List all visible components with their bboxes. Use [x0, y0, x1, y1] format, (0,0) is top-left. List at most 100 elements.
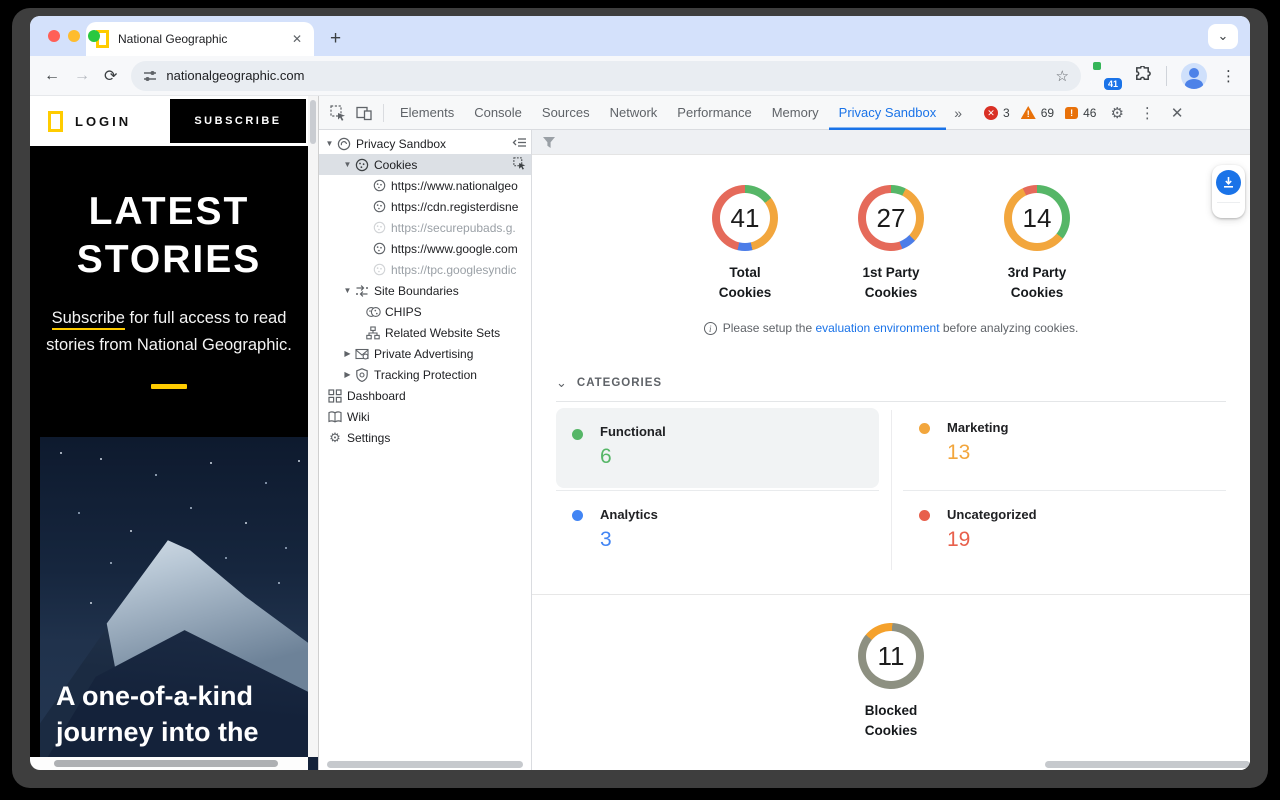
- cookie-donuts-row: 41 Total Cookies 27 1st Party Cookies: [532, 185, 1250, 303]
- settings-gear-icon: ⚙: [327, 430, 343, 446]
- panel-horizontal-scroll-thumb[interactable]: [1045, 761, 1250, 768]
- extensions-puzzle-icon[interactable]: [1133, 66, 1152, 85]
- category-marketing[interactable]: Marketing 13: [903, 404, 1226, 490]
- tab-sources[interactable]: Sources: [532, 96, 600, 130]
- tree-item-tracking-protection[interactable]: ▶ Tracking Protection: [319, 364, 531, 385]
- tree-item-cookie-url-3[interactable]: https://securepubads.g.: [319, 217, 531, 238]
- subscribe-button[interactable]: SUBSCRIBE: [170, 99, 306, 143]
- notice-prefix: Please setup the: [723, 321, 816, 335]
- private-advertising-icon: [354, 347, 370, 361]
- expand-arrow-icon[interactable]: ▼: [323, 139, 336, 148]
- tracking-protection-shield-icon: [354, 368, 370, 382]
- tab-search-chevron-button[interactable]: ⌄: [1208, 24, 1238, 49]
- address-bar[interactable]: nationalgeographic.com ☆: [131, 61, 1081, 91]
- first-party-cookies-value: 27: [858, 185, 924, 251]
- warning-icon[interactable]: !: [1021, 106, 1036, 119]
- error-count[interactable]: 3: [1003, 106, 1010, 120]
- natgeo-logo[interactable]: [48, 111, 63, 132]
- tree-item-privacy-sandbox[interactable]: ▼ Privacy Sandbox: [319, 133, 531, 154]
- expand-arrow-icon[interactable]: ▼: [341, 286, 354, 295]
- close-window-button[interactable]: [48, 30, 60, 42]
- tab-performance[interactable]: Performance: [667, 96, 761, 130]
- zoom-window-button[interactable]: [88, 30, 100, 42]
- tab-network[interactable]: Network: [600, 96, 668, 130]
- tab-close-icon[interactable]: ✕: [290, 32, 304, 46]
- tree-item-cookie-url-1[interactable]: https://www.nationalgeo: [319, 175, 531, 196]
- blocked-cookies-label: Blocked Cookies: [855, 701, 927, 741]
- category-functional[interactable]: Functional 6: [556, 408, 879, 488]
- issues-icon[interactable]: !: [1065, 107, 1078, 119]
- total-cookies-label: Total Cookies: [709, 263, 781, 303]
- tab-console[interactable]: Console: [464, 96, 532, 130]
- tab-memory[interactable]: Memory: [762, 96, 829, 130]
- functional-count: 6: [600, 445, 863, 469]
- page-horizontal-scroll-thumb[interactable]: [54, 760, 278, 767]
- cookie-icon: [371, 242, 387, 255]
- collapsed-arrow-icon[interactable]: ▶: [341, 349, 354, 358]
- new-tab-button[interactable]: +: [330, 28, 341, 50]
- profile-avatar[interactable]: [1181, 63, 1207, 89]
- tree-label: Private Advertising: [374, 347, 473, 361]
- page-vertical-scrollbar[interactable]: [308, 96, 318, 757]
- expand-arrow-icon[interactable]: ▼: [341, 160, 354, 169]
- tab-privacy-sandbox[interactable]: Privacy Sandbox: [829, 96, 947, 130]
- tree-horizontal-scroll-thumb[interactable]: [327, 761, 523, 768]
- tree-item-private-advertising[interactable]: ▶ Private Advertising: [319, 343, 531, 364]
- tree-label: Cookies: [374, 158, 417, 172]
- collapse-sidebar-icon[interactable]: [512, 136, 527, 152]
- browser-menu-kebab-icon[interactable]: ⋮: [1221, 67, 1236, 85]
- category-analytics[interactable]: Analytics 3: [556, 490, 879, 576]
- tree-item-cookie-url-2[interactable]: https://cdn.registerdisne: [319, 196, 531, 217]
- info-icon: i: [704, 322, 717, 335]
- inspect-small-icon[interactable]: [513, 157, 527, 174]
- bookmark-star-icon[interactable]: ☆: [1056, 67, 1069, 85]
- devtools-menu-kebab-icon[interactable]: ⋮: [1132, 104, 1163, 122]
- devtools-settings-gear-icon[interactable]: ⚙: [1102, 104, 1131, 122]
- tree-item-chips[interactable]: CHIPS: [319, 301, 531, 322]
- category-uncategorized[interactable]: Uncategorized 19: [903, 490, 1226, 576]
- first-party-cookies-donut: 27: [858, 185, 924, 251]
- functional-label: Functional: [600, 424, 863, 439]
- back-button[interactable]: ←: [44, 67, 60, 85]
- reload-button[interactable]: ⟳: [104, 66, 117, 86]
- tree-item-cookie-url-4[interactable]: https://www.google.com: [319, 238, 531, 259]
- tree-item-site-boundaries[interactable]: ▼ Site Boundaries: [319, 280, 531, 301]
- categories-header[interactable]: ⌄ CATEGORIES: [556, 375, 1226, 402]
- tree-item-related-website-sets[interactable]: Related Website Sets: [319, 322, 531, 343]
- device-toolbar-icon[interactable]: [351, 100, 377, 126]
- inspect-element-icon[interactable]: [325, 100, 351, 126]
- evaluation-environment-link[interactable]: evaluation environment: [815, 321, 939, 335]
- page-horizontal-scrollbar[interactable]: [30, 757, 308, 770]
- error-icon[interactable]: ✕: [984, 106, 998, 120]
- browser-window: National Geographic ✕ + ⌄ ← → ⟳ national…: [30, 16, 1250, 770]
- tree-item-wiki[interactable]: Wiki: [319, 406, 531, 427]
- tree-item-settings[interactable]: ⚙ Settings: [319, 427, 531, 448]
- collapse-chevron-icon[interactable]: ⌄: [556, 375, 567, 391]
- url-text[interactable]: nationalgeographic.com: [166, 68, 1046, 83]
- page-vertical-scroll-thumb[interactable]: [310, 100, 316, 144]
- tree-item-cookie-url-5[interactable]: https://tpc.googlesyndic: [319, 259, 531, 280]
- warning-count[interactable]: 69: [1041, 106, 1054, 120]
- extension-button[interactable]: 41: [1095, 64, 1119, 88]
- tree-label: Settings: [347, 431, 390, 445]
- issues-count[interactable]: 46: [1083, 106, 1096, 120]
- story-card[interactable]: A one-of-a-kind journey into the Amazon: [40, 437, 318, 770]
- devtools-close-icon[interactable]: ✕: [1163, 104, 1192, 122]
- browser-tab[interactable]: National Geographic ✕: [86, 22, 314, 56]
- minimize-window-button[interactable]: [68, 30, 80, 42]
- third-party-cookies-label: 3rd Party Cookies: [1001, 263, 1073, 303]
- subscribe-link[interactable]: Subscribe: [52, 309, 125, 330]
- extension-status-dot: [1093, 62, 1101, 70]
- site-settings-tune-icon[interactable]: [143, 69, 157, 83]
- toolbar-separator: [1166, 66, 1167, 86]
- tab-elements[interactable]: Elements: [390, 96, 464, 130]
- collapsed-arrow-icon[interactable]: ▶: [341, 370, 354, 379]
- tree-item-dashboard[interactable]: Dashboard: [319, 385, 531, 406]
- forward-button[interactable]: →: [74, 67, 90, 85]
- notice-suffix: before analyzing cookies.: [940, 321, 1079, 335]
- filter-funnel-icon[interactable]: [542, 136, 556, 149]
- login-button[interactable]: LOGIN: [75, 114, 131, 129]
- tree-item-cookies[interactable]: ▼ Cookies: [319, 154, 531, 175]
- more-tabs-chevron-icon[interactable]: »: [946, 105, 970, 121]
- download-report-button[interactable]: [1216, 170, 1241, 195]
